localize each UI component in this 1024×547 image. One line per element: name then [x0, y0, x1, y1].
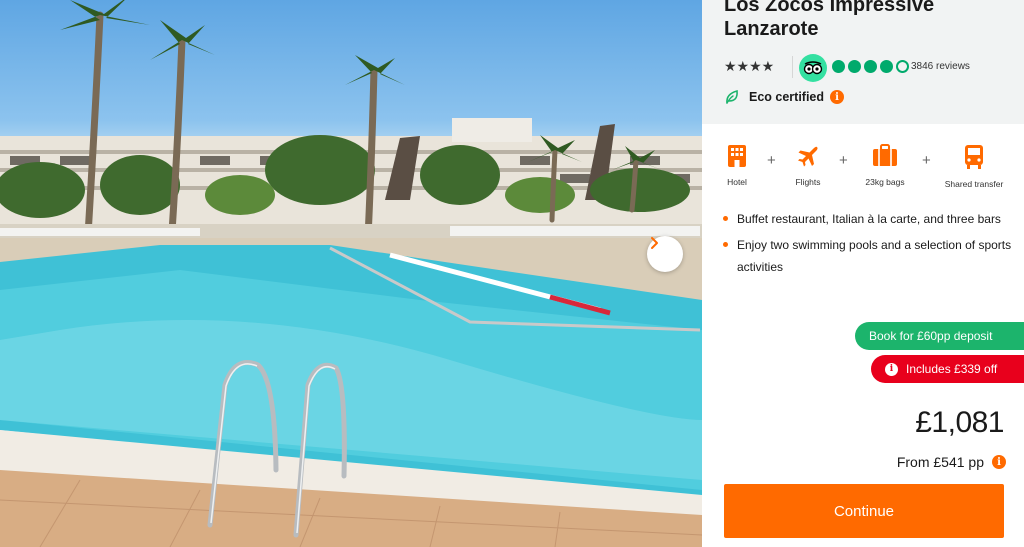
discount-label: Includes £339 off	[906, 362, 998, 376]
hotel-highlights: Buffet restaurant, Italian à la carte, a…	[722, 208, 1012, 282]
info-icon[interactable]: i	[992, 455, 1006, 469]
review-count[interactable]: 3846 reviews	[911, 61, 970, 72]
leaf-icon	[726, 89, 738, 104]
flight-icon	[798, 146, 818, 167]
include-transfer: Shared transfer	[939, 144, 1009, 189]
include-label: Shared transfer	[944, 179, 1004, 189]
per-person-price-row: From £541 pp i	[897, 454, 1006, 470]
rating-bubble-filled	[848, 60, 861, 73]
include-label: Flights	[795, 177, 821, 187]
plus-separator: +	[839, 152, 848, 169]
highlight-item: Buffet restaurant, Italian à la carte, a…	[722, 208, 1012, 230]
info-icon: i	[885, 362, 898, 376]
deposit-badge: Book for £60pp deposit	[855, 322, 1024, 350]
rating-bubble-filled	[832, 60, 845, 73]
discount-badge[interactable]: i Includes £339 off	[871, 355, 1024, 383]
info-icon[interactable]: i	[830, 90, 845, 104]
tripadvisor-bubble-rating[interactable]	[832, 60, 909, 73]
eco-certified-row: Eco certified i	[724, 89, 845, 105]
tripadvisor-owl-icon	[799, 54, 827, 82]
hotel-icon	[728, 145, 746, 167]
hotel-info-panel: Los Zocos Impressive Lanzarote ★★★★ 3846…	[702, 0, 1024, 547]
include-label: Hotel	[727, 177, 747, 187]
chevron-right-icon	[651, 237, 658, 249]
rating-bubble-filled	[880, 60, 893, 73]
carousel-next-button[interactable]	[647, 236, 683, 272]
hotel-name[interactable]: Los Zocos Impressive Lanzarote	[724, 0, 1020, 41]
pool-scene-illustration	[0, 0, 702, 547]
highlight-item: Enjoy two swimming pools and a selection…	[722, 234, 1012, 278]
rating-divider	[792, 56, 793, 78]
total-price: £1,081	[915, 406, 1004, 439]
include-hotel: Hotel	[702, 144, 772, 187]
per-person-price: From £541 pp	[896, 454, 984, 470]
include-flights: Flights	[773, 144, 843, 187]
package-includes: Hotel + Flights + 23kg bags + Shared tra…	[712, 144, 1012, 192]
rating-bubble-empty	[896, 60, 909, 73]
rating-bubble-filled	[864, 60, 877, 73]
plus-separator: +	[922, 152, 931, 169]
continue-button[interactable]: Continue	[724, 484, 1004, 538]
luggage-icon	[873, 144, 897, 166]
star-rating: ★★★★	[724, 58, 775, 74]
include-bags: 23kg bags	[850, 144, 920, 187]
transfer-bus-icon	[965, 145, 983, 169]
eco-certified-label: Eco certified	[749, 90, 825, 104]
hotel-photo	[0, 0, 702, 547]
hotel-header: Los Zocos Impressive Lanzarote ★★★★ 3846…	[702, 0, 1024, 124]
include-label: 23kg bags	[865, 177, 905, 187]
